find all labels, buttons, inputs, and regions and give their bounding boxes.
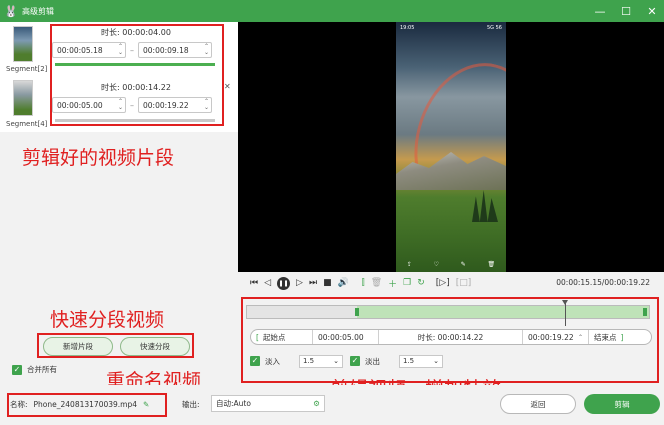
playhead[interactable] <box>562 300 568 326</box>
filename-value: Phone_240813170039.mp4 <box>33 400 137 409</box>
minimize-icon[interactable]: — <box>594 5 606 18</box>
window-controls: — ☐ ✕ <box>594 0 658 22</box>
filename-field[interactable]: 名称: Phone_240813170039.mp4 ✎ <box>10 395 165 414</box>
output-select[interactable]: 自动:Auto ⚙ <box>211 395 325 412</box>
name-label: 名称: <box>10 400 28 409</box>
timecode: 00:00:15.15/00:00:19.22 <box>556 278 650 287</box>
fade-row: ✓ 淡入 1.5 ⌄ ✓ 淡出 1.5 ⌄ <box>250 354 443 368</box>
add-icon[interactable]: ＋ <box>388 277 397 290</box>
skip-end-icon[interactable]: ⏭ <box>309 278 317 288</box>
volume-icon[interactable]: 🔊 <box>338 278 349 288</box>
fade-in-label: 淡入 <box>265 356 280 366</box>
timeline-start-handle[interactable] <box>355 308 359 316</box>
share-icon: ⇪ <box>406 261 412 268</box>
segment-thumbnail[interactable] <box>13 80 33 116</box>
pause-icon[interactable]: ❚❚ <box>277 276 291 290</box>
back-button[interactable]: 返回 <box>500 394 576 414</box>
phone-status-bar: 19:05 5G 56 <box>400 25 502 31</box>
merge-all-checkbox[interactable]: ✓ 合并所有 <box>12 364 57 375</box>
timeline-selected-range <box>357 306 649 318</box>
fade-out-checkbox[interactable]: ✓ <box>350 356 360 366</box>
set-start-button[interactable]: [起始点 <box>251 330 313 344</box>
maximize-icon[interactable]: ☐ <box>620 5 632 18</box>
close-icon[interactable]: ✕ <box>224 82 231 91</box>
edit-icon[interactable]: ✎ <box>143 400 149 409</box>
edit-controls: ⏮ ◁ ❚❚ ▷ ⏭ ■ 🔊 ⫿ 🗑 ＋ ❐ ↻ [▷] [□] 00:00:1… <box>238 272 664 385</box>
output-label: 输出: <box>182 400 200 409</box>
chevron-down-icon: ⌄ <box>433 357 439 365</box>
timeline-end-handle[interactable] <box>643 308 647 316</box>
rainbow-graphic <box>397 49 506 235</box>
heart-icon: ♡ <box>433 261 439 268</box>
trim-duration: 时长: 00:00:14.22 <box>379 330 523 344</box>
trash-icon: 🗑 <box>487 261 496 268</box>
add-segment-button[interactable]: 新增片段 <box>43 337 113 356</box>
spinner-icon: ⌃ <box>577 333 583 341</box>
clip-button[interactable]: 剪辑 <box>584 394 660 414</box>
mark-in-icon[interactable]: [▷] <box>436 278 450 288</box>
segment-label: Segment[2] <box>6 65 48 73</box>
skip-start-icon[interactable]: ⏮ <box>250 278 258 288</box>
timeline-track[interactable] <box>246 300 650 326</box>
stop-icon[interactable]: ■ <box>323 278 332 288</box>
annotation-text: 剪辑好的视频片段 <box>22 147 175 169</box>
split-icon[interactable]: ⫿ <box>362 278 365 288</box>
gear-icon[interactable]: ⚙ <box>313 399 320 408</box>
rabbit-icon: 🐰 <box>4 4 18 18</box>
quick-split-button[interactable]: 快速分段 <box>120 337 190 356</box>
video-frame: 19:05 5G 56 ⇪ ♡ ✎ 🗑 <box>396 22 506 272</box>
set-end-button[interactable]: 结束点] <box>589 330 651 344</box>
footer: 名称: Phone_240813170039.mp4 ✎ 输出: 自动:Auto… <box>0 385 664 425</box>
trim-row: [起始点 00:00:05.00 时长: 00:00:14.22 00:00:1… <box>250 329 652 345</box>
title-bar: 🐰 高级剪辑 — ☐ ✕ <box>0 0 664 22</box>
fade-out-label: 淡出 <box>365 356 380 366</box>
rotate-icon[interactable]: ↻ <box>417 278 425 288</box>
annotation-text: 快速分段视频 <box>50 309 165 331</box>
delete-icon[interactable]: 🗑 <box>371 278 382 288</box>
window-title: 高级剪辑 <box>22 6 54 16</box>
next-frame-icon[interactable]: ▷ <box>296 278 303 288</box>
fade-out-select[interactable]: 1.5 ⌄ <box>399 354 443 368</box>
annotation-box <box>50 24 224 126</box>
copy-icon[interactable]: ❐ <box>403 278 411 288</box>
fade-in-checkbox[interactable]: ✓ <box>250 356 260 366</box>
end-time-field[interactable]: 00:00:19.22 ⌃ <box>523 330 589 344</box>
chevron-down-icon: ⌄ <box>333 357 339 365</box>
left-panel: Segment[2] 时长: 00:00:04.00 00:00:05.18 ⌃ ⌄… <box>0 22 238 392</box>
advanced-clip-window: 🐰 高级剪辑 — ☐ ✕ Segment[2] 时长: 00:00:04.00 … <box>0 0 664 425</box>
edit-icon: ✎ <box>460 261 466 268</box>
prev-frame-icon[interactable]: ◁ <box>264 278 271 288</box>
segment-thumbnail[interactable] <box>13 26 33 62</box>
fade-in-select[interactable]: 1.5 ⌄ <box>299 354 343 368</box>
segment-label: Segment[4] <box>6 120 48 128</box>
start-time-field[interactable]: 00:00:05.00 <box>313 330 379 344</box>
phone-bottom-icons: ⇪ ♡ ✎ 🗑 <box>396 261 506 268</box>
close-icon[interactable]: ✕ <box>646 5 658 18</box>
mark-out-icon[interactable]: [□] <box>456 278 472 288</box>
video-preview[interactable]: 19:05 5G 56 ⇪ ♡ ✎ 🗑 <box>238 22 664 272</box>
check-icon: ✓ <box>12 364 22 375</box>
